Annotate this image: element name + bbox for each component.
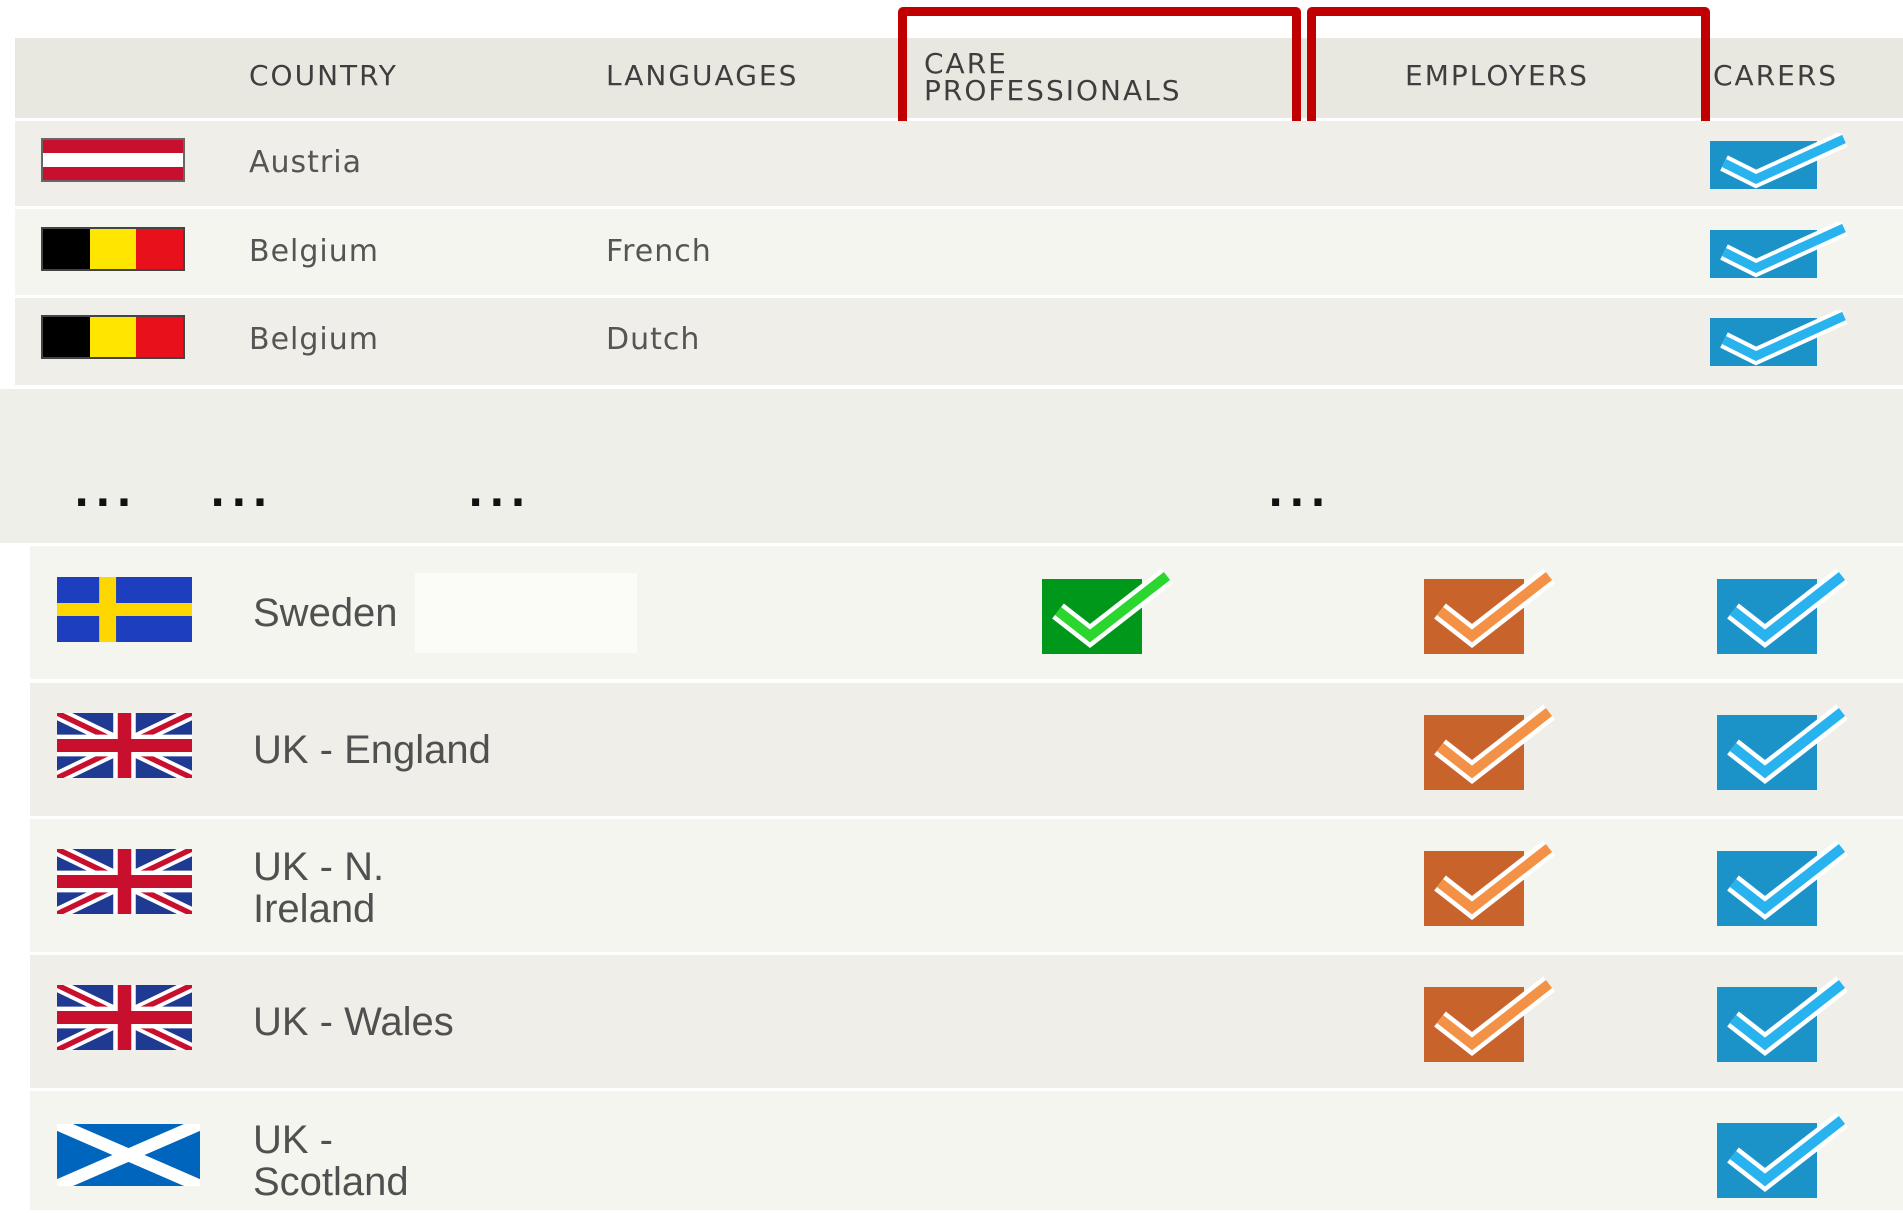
austria-flag [41,138,185,182]
carers-check-icon [1717,976,1852,1062]
ellipsis: ... [210,470,274,516]
uk-flag [57,713,192,778]
country-name-line: Ireland [253,887,376,931]
column-header-languages[interactable]: LANGUAGES [606,62,798,90]
carers-check-icon [1710,310,1855,366]
country-name: UK - England [253,728,491,772]
ellipsis: ... [74,470,138,516]
language-name: Dutch [606,322,701,357]
carers-check-icon [1717,704,1852,790]
ellipsis: ... [468,470,532,516]
country-name-line: UK - [253,1118,333,1162]
carers-check-icon [1717,840,1852,926]
country-name: Sweden [253,591,398,635]
carers-check-icon [1717,568,1852,654]
country-name: UK - N. Ireland [253,846,384,930]
carers-check-icon [1710,222,1855,278]
employers-check-icon [1424,704,1559,790]
cover-box [415,573,637,653]
uk-flag [57,985,192,1050]
sweden-flag [57,577,192,642]
country-name: Austria [249,145,362,180]
country-name-line: UK - N. [253,845,385,889]
column-header-country[interactable]: COUNTRY [249,62,398,90]
country-name: Belgium [249,234,379,269]
carers-check-icon [1710,133,1855,189]
belgium-flag [41,227,185,271]
column-header-carers[interactable]: CARERS [1713,62,1838,90]
scotland-flag [57,1124,200,1186]
country-name-line: Scotland [253,1160,409,1204]
country-name: UK - Wales [253,1000,454,1044]
care-professionals-check-icon [1042,568,1177,654]
employers-check-icon [1424,840,1559,926]
omitted-rows-gap [0,389,1903,543]
country-name: Belgium [249,322,379,357]
country-name: UK - Scotland [253,1119,409,1203]
belgium-flag [41,315,185,359]
uk-flag [57,849,192,914]
employers-check-icon [1424,976,1559,1062]
carers-check-icon [1717,1112,1852,1198]
employers-check-icon [1424,568,1559,654]
language-name: French [606,234,712,269]
ellipsis: ... [1268,470,1332,516]
